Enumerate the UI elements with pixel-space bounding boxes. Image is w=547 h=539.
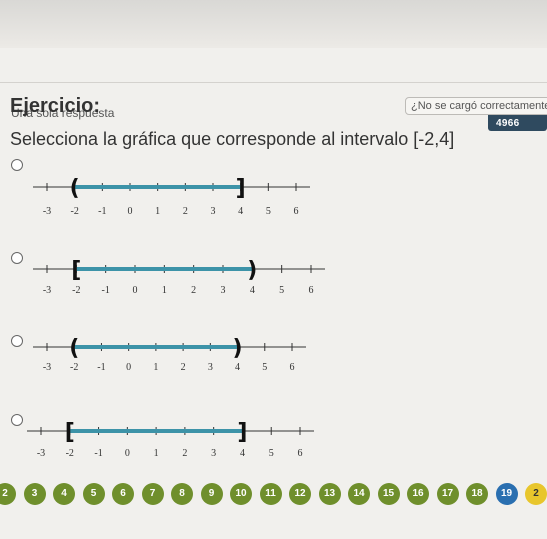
tick-label: -2 <box>70 362 78 373</box>
tick-label: -3 <box>43 362 51 373</box>
tick-label: 4 <box>238 206 243 217</box>
tick-label: -3 <box>43 206 51 217</box>
tick-label: 0 <box>128 206 133 217</box>
exercise-title: Ejercicio: <box>10 95 101 117</box>
tick-label: 4 <box>240 448 245 459</box>
tick-label: 0 <box>125 448 130 459</box>
tick-label: 1 <box>155 206 160 217</box>
page-button-2[interactable]: 2 <box>0 483 16 505</box>
tick-label: 3 <box>211 448 216 459</box>
tick-label: 6 <box>290 362 295 373</box>
tick-label: 3 <box>208 362 213 373</box>
tick-label: 2 <box>182 448 187 459</box>
tick-label: 4 <box>250 285 255 296</box>
divider <box>0 82 547 83</box>
page-button-18[interactable]: 18 <box>466 483 488 505</box>
radio-button[interactable] <box>11 414 23 426</box>
page-button-12[interactable]: 12 <box>289 483 311 505</box>
tick-label: -1 <box>94 448 102 459</box>
number-line: -3 -2 -1 0 1 2 3 4 5 6 [) <box>33 258 325 296</box>
tick-label: 1 <box>154 448 159 459</box>
tick-label: 4 <box>235 362 240 373</box>
page-button-11[interactable]: 11 <box>259 483 282 505</box>
page-button-19[interactable]: 19 <box>495 483 518 505</box>
not-loaded-button[interactable]: ¿No se cargó correctamente? <box>405 97 547 115</box>
interval-bracket: ) <box>233 336 243 361</box>
tick-label: -2 <box>72 285 80 296</box>
page-button-2[interactable]: 2 <box>525 483 547 505</box>
tick-label: -1 <box>101 285 109 296</box>
tick-label: 3 <box>221 285 226 296</box>
tick-label: 2 <box>191 285 196 296</box>
question-text: Selecciona la gráfica que corresponde al… <box>10 129 455 149</box>
answer-option-2[interactable]: -3 -2 -1 0 1 2 3 4 5 6 [) <box>0 250 360 335</box>
number-line: -3 -2 -1 0 1 2 3 4 5 6 (] <box>33 176 310 217</box>
interval-bracket: ( <box>70 176 80 201</box>
radio-button[interactable] <box>11 335 23 347</box>
top-banner <box>0 0 547 48</box>
tick-label: -3 <box>43 285 51 296</box>
radio-button[interactable] <box>11 159 23 171</box>
answer-option-1[interactable]: -3 -2 -1 0 1 2 3 4 5 6 (] <box>0 155 360 240</box>
page-button-6[interactable]: 6 <box>112 483 134 505</box>
tick-label: 1 <box>162 285 167 296</box>
page-button-5[interactable]: 5 <box>82 483 105 505</box>
tick-label: 3 <box>211 206 216 217</box>
page-button-16[interactable]: 16 <box>407 483 429 505</box>
tick-label: -1 <box>97 362 105 373</box>
page-button-15[interactable]: 15 <box>377 483 400 505</box>
tick-label: 6 <box>294 206 299 217</box>
interval-bracket: ] <box>236 176 246 201</box>
question-pager: 2 3 4 5 6 7 8 9 10 11 12 13 14 15 16 17 18 19 2 <box>0 483 547 513</box>
tick-label: -2 <box>70 206 78 217</box>
tick-label: 6 <box>309 285 314 296</box>
page-button-7[interactable]: 7 <box>141 483 164 505</box>
page-button-4[interactable]: 4 <box>53 483 75 505</box>
tick-label: 0 <box>126 362 131 373</box>
question-header: Una sola respuesta LMS: 4966 <box>0 48 547 131</box>
tick-label: 5 <box>266 206 271 217</box>
tick-label: -2 <box>66 448 74 459</box>
page-button-8[interactable]: 8 <box>171 483 193 505</box>
tick-label: 5 <box>269 448 274 459</box>
page-button-9[interactable]: 9 <box>200 483 223 505</box>
page-button-3[interactable]: 3 <box>23 483 46 505</box>
tick-label: 1 <box>153 362 158 373</box>
radio-button[interactable] <box>11 252 23 264</box>
page-button-13[interactable]: 13 <box>318 483 341 505</box>
interval-bracket: ] <box>237 420 247 445</box>
tick-label: 6 <box>298 448 303 459</box>
interval-bracket: ) <box>247 258 257 283</box>
number-line: -3 -2 -1 0 1 2 3 4 5 6 [] <box>27 420 314 459</box>
tick-label: -3 <box>37 448 45 459</box>
tick-label: 2 <box>181 362 186 373</box>
tick-label: 2 <box>183 206 188 217</box>
page-button-10[interactable]: 10 <box>230 483 252 505</box>
page-button-14[interactable]: 14 <box>348 483 370 505</box>
tick-label: 5 <box>279 285 284 296</box>
interval-bracket: [ <box>71 258 81 283</box>
tick-label: -1 <box>98 206 106 217</box>
interval-bracket: ( <box>69 336 79 361</box>
answer-option-4[interactable]: -3 -2 -1 0 1 2 3 4 5 6 [] <box>0 406 360 491</box>
tick-label: 0 <box>133 285 138 296</box>
tick-label: 5 <box>262 362 267 373</box>
page-button-17[interactable]: 17 <box>436 483 459 505</box>
interval-bracket: [ <box>65 420 75 445</box>
